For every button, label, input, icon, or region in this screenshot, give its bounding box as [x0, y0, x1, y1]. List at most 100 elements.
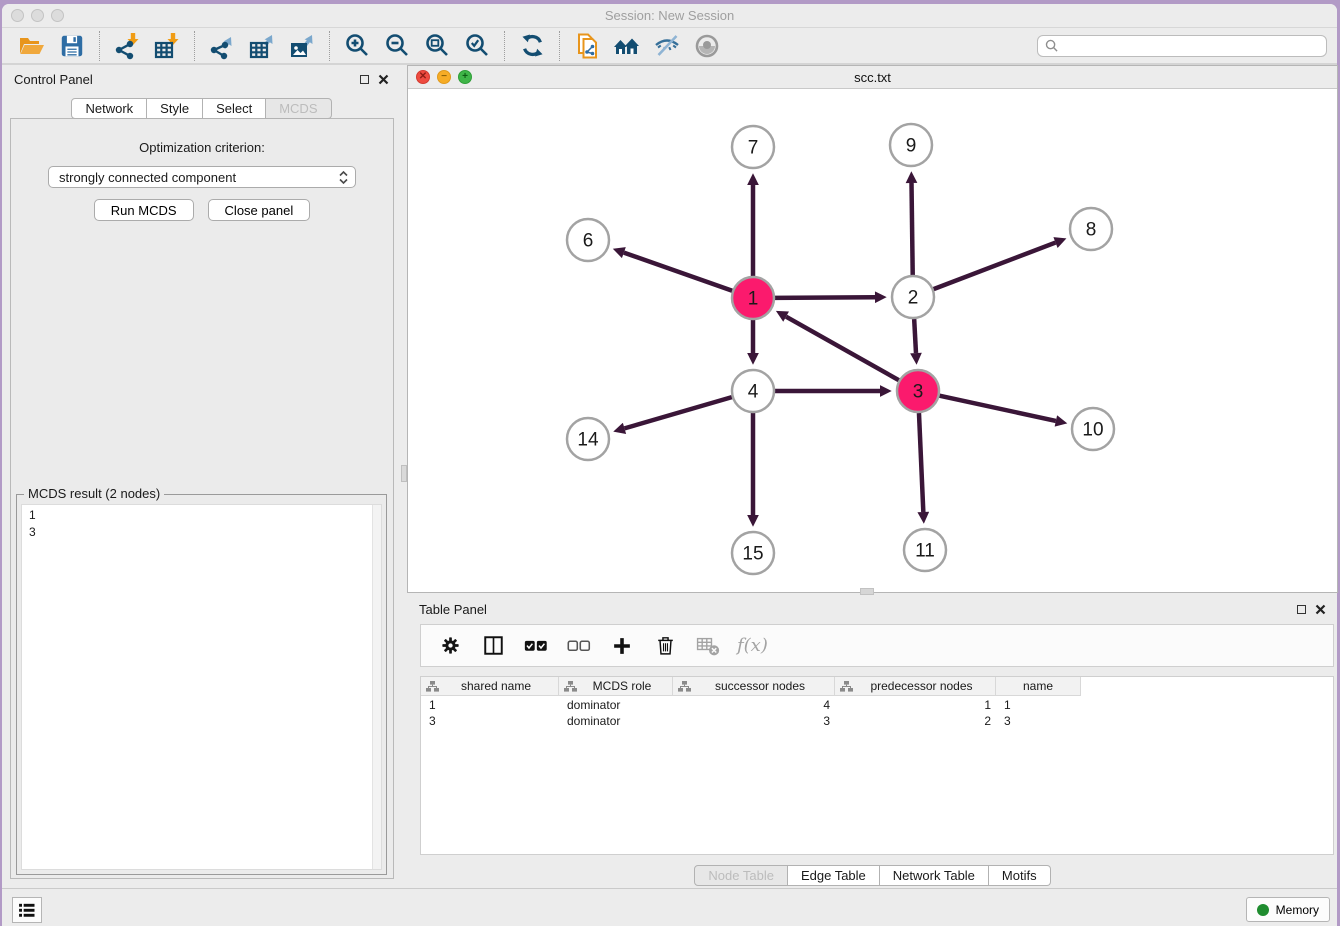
run-mcds-button[interactable]: Run MCDS: [94, 199, 194, 221]
open-session-button[interactable]: [12, 30, 52, 62]
network-minimize-button[interactable]: −: [437, 70, 451, 84]
node-14[interactable]: 14: [567, 418, 609, 460]
edge-2-8[interactable]: [934, 243, 1056, 290]
edge-4-14[interactable]: [624, 397, 731, 428]
export-table-button[interactable]: [242, 30, 282, 62]
export-image-button[interactable]: [282, 30, 322, 62]
edge-2-9[interactable]: [912, 183, 913, 275]
tab-motifs[interactable]: Motifs: [989, 865, 1051, 886]
node-4[interactable]: 4: [732, 370, 774, 412]
edge-2-3[interactable]: [914, 319, 916, 353]
select-all-columns-button[interactable]: [522, 631, 550, 661]
tab-style[interactable]: Style: [147, 98, 203, 119]
column-header-name[interactable]: name: [996, 677, 1081, 695]
node-8[interactable]: 8: [1070, 208, 1112, 250]
table-cell[interactable]: 1: [835, 698, 996, 712]
tab-network-table[interactable]: Network Table: [880, 865, 989, 886]
svg-text:2: 2: [908, 288, 919, 309]
main-toolbar: [2, 28, 1337, 65]
toolbar-separator: [194, 31, 195, 61]
mcds-result-title: MCDS result (2 nodes): [24, 486, 164, 501]
table-cell[interactable]: 2: [835, 714, 996, 728]
node-11[interactable]: 11: [904, 529, 946, 571]
import-network-button[interactable]: [107, 30, 147, 62]
node-1[interactable]: 1: [732, 277, 774, 319]
edge-1-2[interactable]: [775, 297, 875, 298]
network-close-button[interactable]: ✕: [416, 70, 430, 84]
network-splitter-grip[interactable]: [860, 588, 874, 595]
mcds-result-text[interactable]: 13: [21, 504, 382, 870]
tab-node-table[interactable]: Node Table: [694, 865, 788, 886]
table-cell[interactable]: 3: [673, 714, 835, 728]
edge-3-1[interactable]: [786, 317, 899, 381]
table-cell[interactable]: dominator: [559, 714, 673, 728]
delete-column-button[interactable]: [651, 631, 679, 661]
table-row[interactable]: 1dominator411: [421, 697, 1333, 713]
memory-button[interactable]: Memory: [1246, 897, 1330, 922]
network-canvas[interactable]: 1 2 3 4 6 7 8 9 10 11 14 15: [408, 89, 1337, 592]
clone-network-button[interactable]: [567, 30, 607, 62]
network-graph[interactable]: 1 2 3 4 6 7 8 9 10 11 14 15: [408, 89, 1337, 592]
control-panel-tabs: NetworkStyleSelectMCDS: [2, 98, 401, 119]
zoom-window-button[interactable]: [51, 9, 64, 22]
minimize-window-button[interactable]: [31, 9, 44, 22]
save-session-button[interactable]: [52, 30, 92, 62]
edge-1-6[interactable]: [624, 253, 732, 291]
node-3[interactable]: 3: [897, 370, 939, 412]
toolbar-separator: [559, 31, 560, 61]
search-box[interactable]: [1037, 35, 1327, 57]
edge-3-10[interactable]: [939, 396, 1055, 421]
tab-mcds[interactable]: MCDS: [266, 98, 331, 119]
edge-3-11[interactable]: [919, 413, 923, 512]
import-table-button[interactable]: [147, 30, 187, 62]
search-input[interactable]: [1063, 39, 1319, 53]
task-history-button[interactable]: [12, 897, 42, 923]
column-header-MCDS-role[interactable]: MCDS role: [559, 677, 673, 695]
export-network-button[interactable]: [202, 30, 242, 62]
table-cell[interactable]: 1: [996, 698, 1081, 712]
node-15[interactable]: 15: [732, 532, 774, 574]
table-cell[interactable]: 3: [421, 714, 559, 728]
float-panel-icon[interactable]: [360, 75, 369, 84]
column-layout-button[interactable]: [479, 631, 507, 661]
node-10[interactable]: 10: [1072, 408, 1114, 450]
zoom-in-button[interactable]: [337, 30, 377, 62]
node-table[interactable]: shared nameMCDS rolesuccessor nodesprede…: [420, 676, 1334, 855]
hide-selected-button[interactable]: [647, 30, 687, 62]
table-row[interactable]: 3dominator323: [421, 713, 1333, 729]
column-header-predecessor-nodes[interactable]: predecessor nodes: [835, 677, 996, 695]
deselect-all-columns-button[interactable]: [565, 631, 593, 661]
tab-network[interactable]: Network: [71, 98, 147, 119]
zoom-fit-button[interactable]: [417, 30, 457, 62]
close-panel-icon[interactable]: [378, 74, 389, 85]
tab-edge-table[interactable]: Edge Table: [788, 865, 880, 886]
node-6[interactable]: 6: [567, 219, 609, 261]
zoom-out-button[interactable]: [377, 30, 417, 62]
eye-slash-icon: [653, 32, 681, 60]
node-9[interactable]: 9: [890, 124, 932, 166]
add-column-button[interactable]: [608, 631, 636, 661]
table-cell[interactable]: 3: [996, 714, 1081, 728]
tab-select[interactable]: Select: [203, 98, 266, 119]
apply-layout-button[interactable]: [512, 30, 552, 62]
float-panel-icon[interactable]: [1297, 605, 1306, 614]
close-window-button[interactable]: [11, 9, 24, 22]
criterion-select[interactable]: strongly connected component: [48, 166, 356, 188]
table-settings-button[interactable]: [436, 631, 464, 661]
result-scrollbar[interactable]: [372, 505, 381, 869]
node-7[interactable]: 7: [732, 126, 774, 168]
svg-text:14: 14: [577, 430, 599, 451]
column-header-successor-nodes[interactable]: successor nodes: [673, 677, 835, 695]
first-neighbors-button[interactable]: [607, 30, 647, 62]
node-2[interactable]: 2: [892, 276, 934, 318]
table-cell[interactable]: 1: [421, 698, 559, 712]
show-hidden-button[interactable]: [687, 30, 727, 62]
close-panel-icon[interactable]: [1315, 604, 1326, 615]
close-panel-button[interactable]: Close panel: [208, 199, 311, 221]
network-zoom-button[interactable]: +: [458, 70, 472, 84]
table-cell[interactable]: dominator: [559, 698, 673, 712]
column-header-shared-name[interactable]: shared name: [421, 677, 559, 695]
network-title: scc.txt: [408, 66, 1337, 89]
zoom-selected-button[interactable]: [457, 30, 497, 62]
table-cell[interactable]: 4: [673, 698, 835, 712]
